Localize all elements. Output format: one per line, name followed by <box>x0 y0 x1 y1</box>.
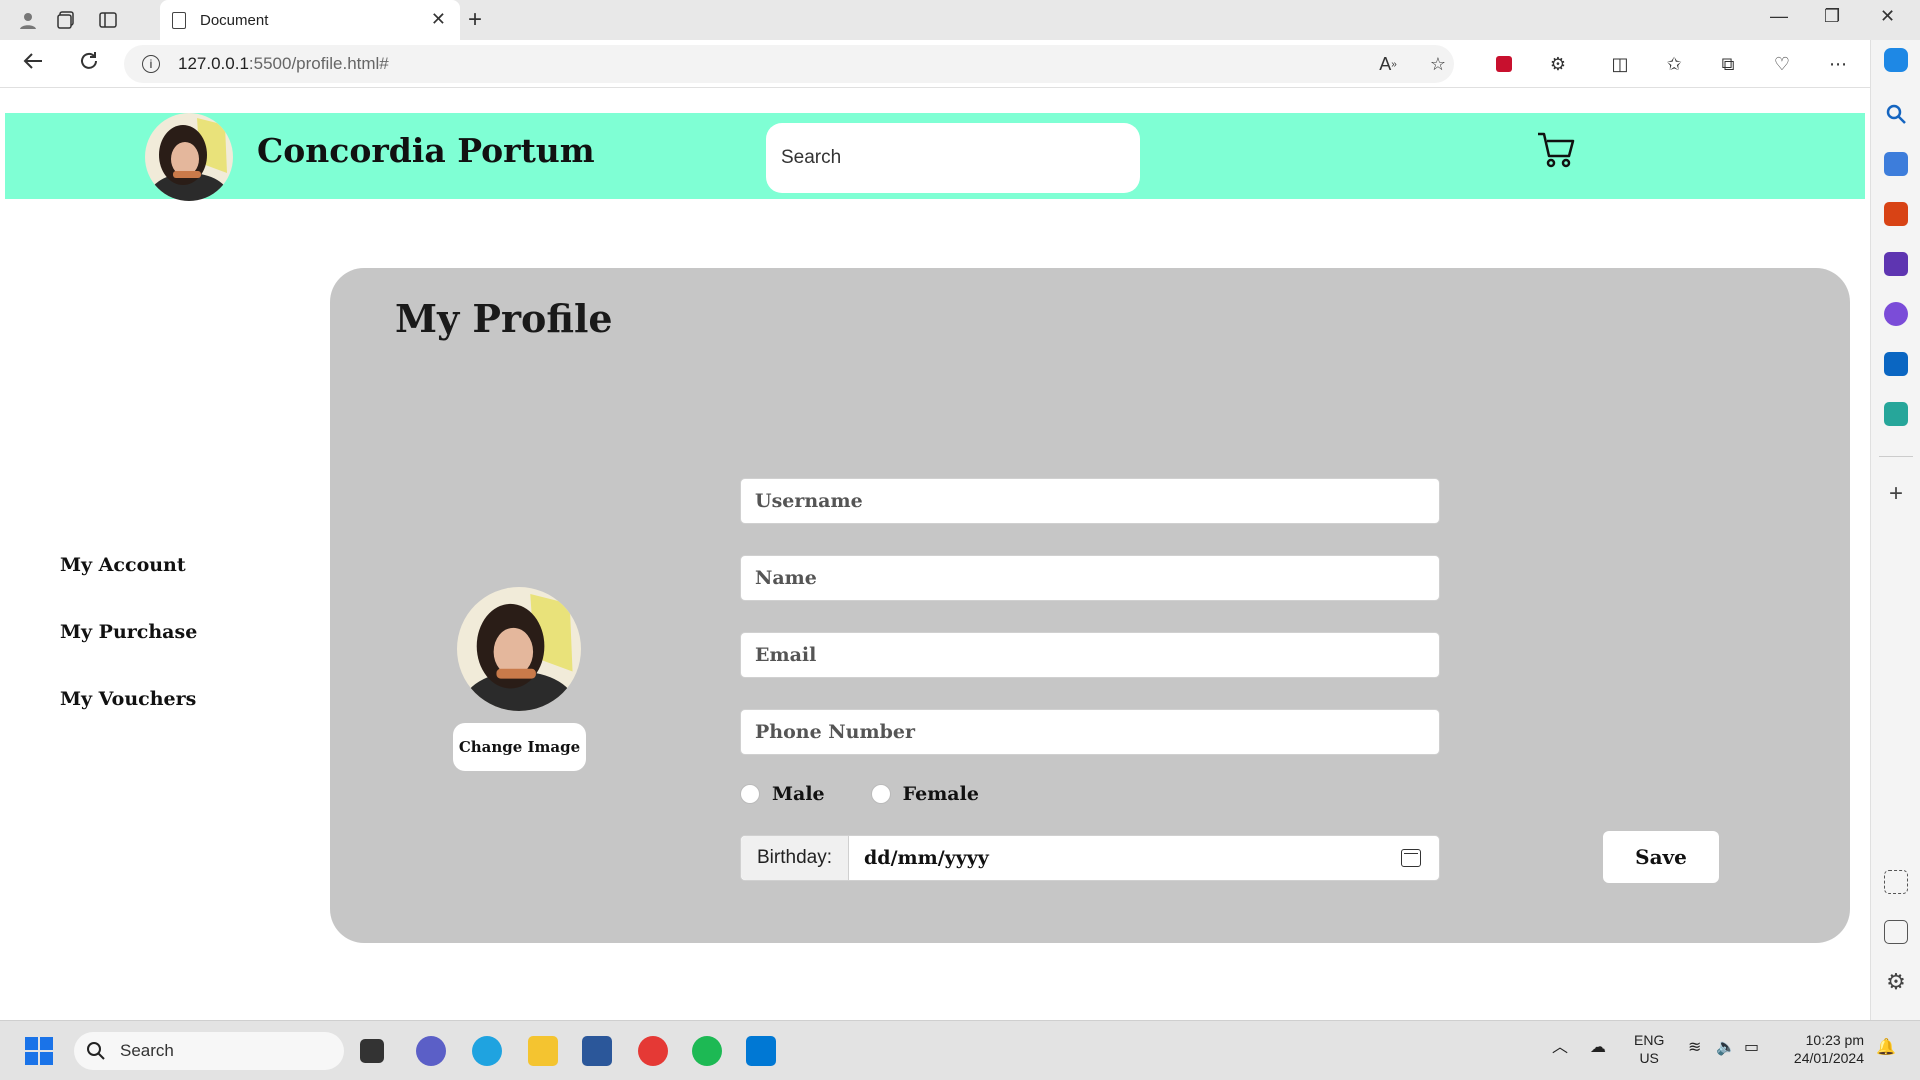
site-title: Concordia Portum <box>257 131 595 170</box>
edge-browser-icon[interactable] <box>472 1036 502 1066</box>
onedrive-cloud-icon[interactable]: ☁ <box>1590 1039 1606 1057</box>
site-info-icon[interactable]: i <box>142 55 160 73</box>
site-logo-avatar[interactable] <box>145 113 233 201</box>
site-header: Concordia Portum <box>5 113 1865 201</box>
save-button[interactable]: Save <box>1603 831 1719 883</box>
clock[interactable]: 10:23 pm 24/01/2024 <box>1784 1031 1864 1067</box>
male-radio[interactable] <box>740 784 760 804</box>
collections-icon[interactable]: ⧉ <box>1716 52 1740 76</box>
name-field[interactable] <box>740 555 1440 601</box>
split-screen-icon[interactable]: ◫ <box>1608 52 1632 76</box>
outlook-icon[interactable] <box>1884 352 1908 376</box>
language-indicator[interactable]: ENG US <box>1634 1031 1664 1067</box>
workspaces-icon[interactable] <box>52 6 80 34</box>
active-tab[interactable]: Document ✕ <box>160 0 460 40</box>
page-title: My Profile <box>395 296 613 341</box>
browser-sidebar: + ⚙ <box>1870 40 1920 1020</box>
wifi-icon[interactable]: ≋ <box>1688 1039 1701 1057</box>
url-host: 127.0.0.1 <box>178 54 249 73</box>
profile-avatar <box>457 587 581 711</box>
birthday-date-input[interactable]: dd/mm/yyyy <box>849 836 1401 880</box>
email-field[interactable] <box>740 632 1440 678</box>
more-options-icon[interactable]: ⋯ <box>1826 52 1850 76</box>
windows-taskbar: Search ︿ ☁ ENG US ≋ 🔈 ▭ 10:23 pm 24/01/2… <box>0 1020 1920 1080</box>
browser-essentials-icon[interactable]: ♡ <box>1770 52 1794 76</box>
task-view-icon[interactable] <box>360 1039 384 1063</box>
address-bar-row: i 127.0.0.1:5500/profile.html# A» ☆ ⚙ ◫ … <box>0 40 1920 88</box>
birthday-label: Birthday: <box>741 836 849 880</box>
page-viewport: Concordia Portum My Account My Purchase … <box>5 89 1865 1019</box>
chrome-icon[interactable] <box>638 1036 668 1066</box>
favorites-icon[interactable]: ✩ <box>1662 52 1686 76</box>
female-label: Female <box>902 783 979 805</box>
drop-icon[interactable] <box>1884 402 1908 426</box>
new-tab-icon[interactable]: + <box>468 6 482 34</box>
battery-icon[interactable]: ▭ <box>1744 1039 1759 1057</box>
birthday-field[interactable]: Birthday: dd/mm/yyyy <box>740 835 1440 881</box>
gender-radio-group: Male Female <box>740 783 1025 805</box>
sidebar-divider <box>1879 456 1913 457</box>
settings-gear-icon[interactable]: ⚙ <box>1884 970 1908 994</box>
vscode-icon[interactable] <box>746 1036 776 1066</box>
search-icon[interactable] <box>1884 102 1908 126</box>
restore-icon[interactable]: ❐ <box>1824 6 1840 27</box>
spotify-icon[interactable] <box>692 1036 722 1066</box>
shopping-tag-icon[interactable] <box>1884 152 1908 176</box>
volume-icon[interactable]: 🔈 <box>1716 1039 1736 1057</box>
word-icon[interactable] <box>582 1036 612 1066</box>
notification-bell-icon[interactable]: 🔔 <box>1876 1039 1896 1057</box>
tab-title: Document <box>200 11 269 29</box>
female-radio[interactable] <box>870 784 891 804</box>
taskbar-search[interactable]: Search <box>74 1032 344 1070</box>
language-code: ENG <box>1634 1032 1665 1048</box>
refresh-icon[interactable] <box>78 50 100 78</box>
username-field[interactable] <box>740 478 1440 524</box>
favorite-star-icon[interactable]: ☆ <box>1426 52 1450 76</box>
calendar-icon[interactable] <box>1401 849 1421 867</box>
menu-item-my-vouchers[interactable]: My Vouchers <box>60 688 197 710</box>
browser-tab-bar: Document ✕ + — ❐ ✕ <box>0 0 1920 40</box>
hide-sidebar-icon[interactable] <box>1884 920 1908 944</box>
vertical-tabs-icon[interactable] <box>94 6 122 34</box>
copilot-icon[interactable] <box>1884 48 1908 72</box>
change-image-button[interactable]: Change Image <box>453 723 586 771</box>
show-hidden-icons-icon[interactable]: ︿ <box>1552 1039 1568 1057</box>
microsoft365-icon[interactable] <box>1884 302 1908 326</box>
male-label: Male <box>772 783 825 805</box>
profile-icon[interactable] <box>14 6 42 34</box>
extensions-icon[interactable]: ⚙ <box>1546 52 1570 76</box>
menu-item-my-purchase[interactable]: My Purchase <box>60 621 197 643</box>
clock-time: 10:23 pm <box>1805 1032 1864 1048</box>
clock-date: 24/01/2024 <box>1793 1050 1864 1066</box>
url-path: :5500/profile.html# <box>248 54 389 73</box>
minimize-icon[interactable]: — <box>1770 6 1788 27</box>
taskbar-search-icon <box>87 1042 105 1060</box>
screenshot-icon[interactable] <box>1884 870 1908 894</box>
read-aloud-icon[interactable]: A» <box>1376 52 1400 76</box>
region-code: US <box>1639 1050 1659 1066</box>
tools-icon[interactable] <box>1884 202 1908 226</box>
cart-icon[interactable] <box>1535 127 1579 171</box>
back-icon[interactable] <box>22 50 44 78</box>
teams-chat-icon[interactable] <box>416 1036 446 1066</box>
site-search-input[interactable] <box>766 123 1140 193</box>
document-icon <box>172 11 186 29</box>
start-windows-icon[interactable] <box>24 1036 54 1066</box>
add-icon[interactable]: + <box>1884 482 1908 506</box>
taskbar-search-label: Search <box>120 1041 174 1060</box>
games-icon[interactable] <box>1884 252 1908 276</box>
profile-side-menu: My Account My Purchase My Vouchers <box>60 554 197 755</box>
url-field[interactable]: i 127.0.0.1:5500/profile.html# <box>124 45 1454 83</box>
phone-number-field[interactable] <box>740 709 1440 755</box>
menu-item-my-account[interactable]: My Account <box>60 554 197 576</box>
close-window-icon[interactable]: ✕ <box>1880 6 1895 27</box>
close-tab-icon[interactable]: ✕ <box>431 9 446 30</box>
file-explorer-icon[interactable] <box>528 1036 558 1066</box>
extension-shield-icon[interactable] <box>1492 52 1516 76</box>
profile-card: My Profile Change Image Male Female Birt… <box>330 268 1850 943</box>
